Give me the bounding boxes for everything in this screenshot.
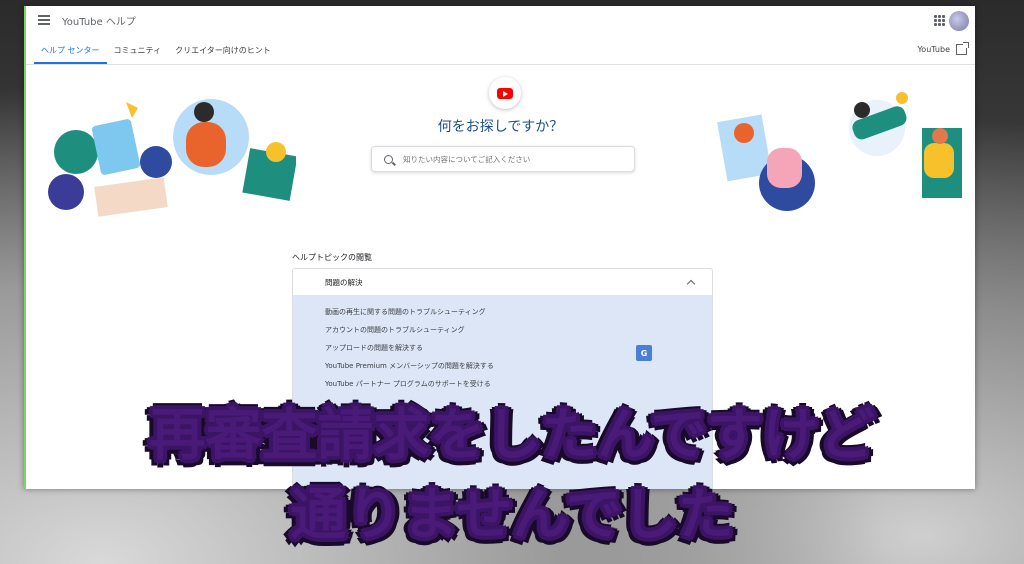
help-topics-label: ヘルプトピックの閲覧 — [292, 253, 372, 262]
youtube-logo-badge — [489, 77, 521, 109]
tab-help-center[interactable]: ヘルプ センター — [34, 42, 107, 64]
accordion-header-troubleshoot[interactable]: 問題の解決 — [293, 269, 712, 295]
accordion-title: 問題の解決 — [325, 277, 363, 287]
avatar[interactable] — [949, 11, 969, 31]
search-box[interactable] — [371, 146, 635, 172]
youtube-logo-icon — [497, 87, 513, 99]
app-title: YouTube ヘルプ — [62, 17, 136, 28]
tab-creator-tips[interactable]: クリエイター向けのヒント — [168, 42, 278, 64]
subtitle-caption-line1: 再審査請求をしたんですけど — [0, 390, 1024, 471]
topic-item[interactable]: アカウントの問題のトラブルシューティング — [293, 321, 712, 339]
youtube-link-label: YouTube — [917, 45, 950, 54]
hamburger-menu-icon[interactable] — [38, 15, 50, 25]
youtube-link[interactable]: YouTube — [917, 42, 969, 55]
tab-divider — [26, 64, 975, 65]
top-bar: YouTube ヘルプ — [26, 6, 975, 36]
tab-bar: ヘルプ センター コミュニティ クリエイター向けのヒント — [34, 42, 278, 64]
people-illustration-right — [717, 92, 962, 211]
external-link-icon — [956, 42, 969, 55]
caption-line2-text: 通りませんでした — [290, 483, 734, 548]
chevron-up-icon[interactable] — [686, 279, 696, 288]
apps-grid-icon[interactable] — [934, 15, 945, 26]
translate-icon[interactable]: G — [636, 345, 652, 361]
tab-community[interactable]: コミュニティ — [107, 42, 169, 64]
caption-line1-text: 再審査請求をしたんですけど — [149, 403, 875, 468]
topic-item[interactable]: 動画の再生に関する問題のトラブルシューティング — [293, 303, 712, 321]
search-icon — [384, 154, 393, 164]
subtitle-caption-line2: 通りませんでした — [0, 470, 1024, 551]
people-illustration-left — [48, 99, 296, 217]
search-input[interactable] — [401, 153, 625, 165]
